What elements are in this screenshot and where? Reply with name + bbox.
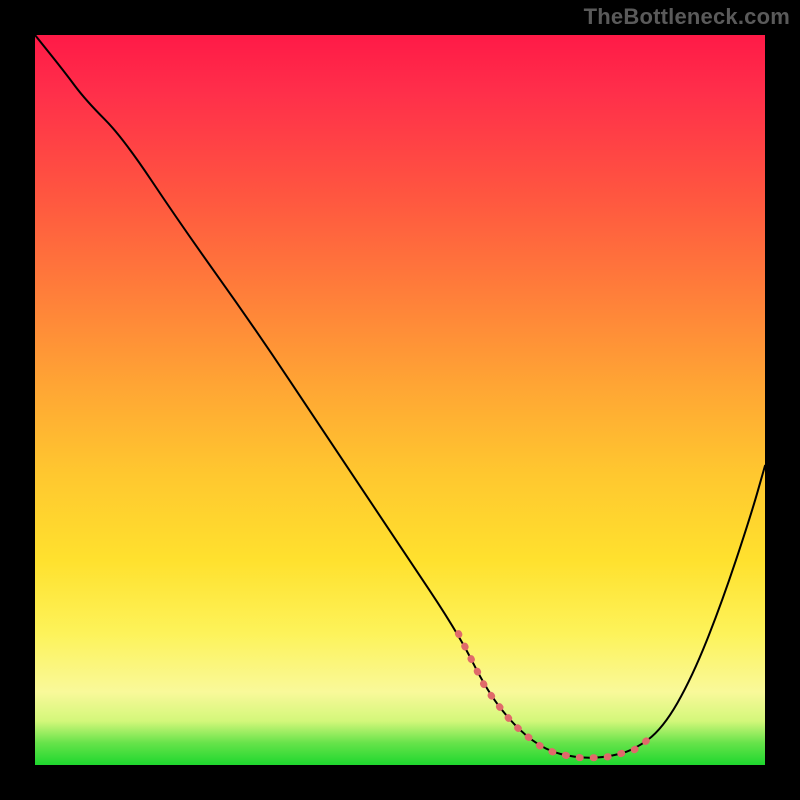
optimal-region-dots xyxy=(458,634,648,758)
plot-area xyxy=(35,35,765,765)
chart-frame: TheBottleneck.com xyxy=(0,0,800,800)
curve-svg xyxy=(35,35,765,765)
bottleneck-curve xyxy=(35,35,765,758)
watermark-text: TheBottleneck.com xyxy=(584,4,790,30)
